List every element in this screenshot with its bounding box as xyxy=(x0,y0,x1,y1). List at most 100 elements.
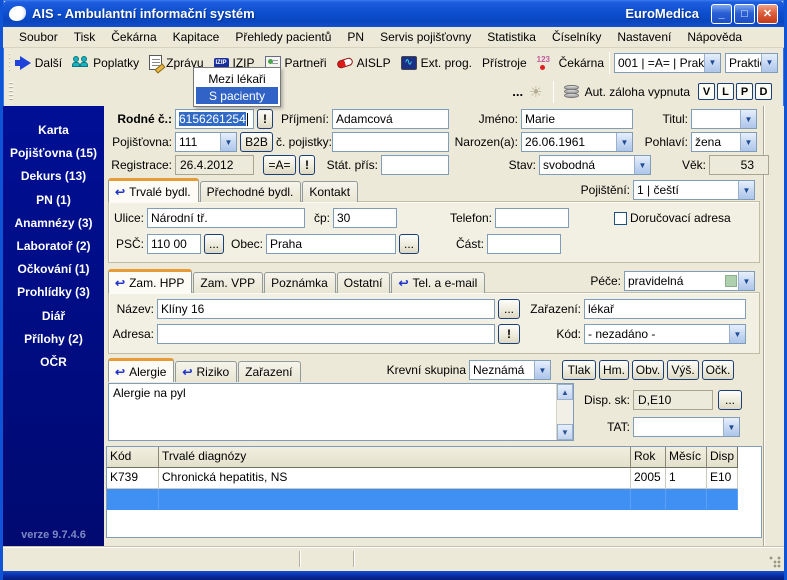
quick-button-p[interactable]: P xyxy=(736,83,753,100)
tab-alergie[interactable]: ↩ Alergie xyxy=(108,358,174,382)
tab-kontakt[interactable]: Kontakt xyxy=(302,181,358,202)
tab-zam-vpp[interactable]: Zam. VPP xyxy=(193,272,263,293)
close-button[interactable]: ✕ xyxy=(757,4,778,24)
menu-ciselniky[interactable]: Číselníky xyxy=(544,28,609,46)
menu-napoveda[interactable]: Nápověda xyxy=(679,28,750,46)
quick-button-v[interactable]: V xyxy=(698,83,715,100)
col-kod[interactable]: Kód xyxy=(107,447,159,468)
sidebar-item-pojistovna[interactable]: Pojišťovna (15) xyxy=(10,146,97,160)
chevron-down-icon[interactable]: ▼ xyxy=(616,133,632,151)
chevron-down-icon[interactable]: ▼ xyxy=(220,133,236,151)
height-button[interactable]: Výš. xyxy=(667,360,699,380)
insurance-type-combobox[interactable]: 1 | čeští ▼ xyxy=(633,180,755,200)
city-input[interactable]: Praha xyxy=(266,234,396,254)
quick-button-l[interactable]: L xyxy=(717,83,734,100)
col-disp[interactable]: Disp xyxy=(707,447,738,468)
employer-lookup-button[interactable]: ... xyxy=(498,299,520,319)
circumference-button[interactable]: Obv. xyxy=(632,360,664,380)
sidebar-item-pn[interactable]: PN (1) xyxy=(36,193,71,207)
marital-status-combobox[interactable]: svobodná ▼ xyxy=(539,155,651,175)
zip-input[interactable]: 110 00 xyxy=(147,234,201,254)
mailing-address-checkbox[interactable] xyxy=(614,212,627,225)
sun-icon[interactable]: ☀ xyxy=(529,83,542,101)
tab-zam-hpp[interactable]: ↩ Zam. HPP xyxy=(108,269,192,293)
next-patient-button[interactable]: Další xyxy=(15,54,67,72)
code-combobox[interactable]: - nezadáno - ▼ xyxy=(584,324,746,344)
title-combobox[interactable]: ▼ xyxy=(691,109,757,129)
sidebar-item-karta[interactable]: Karta xyxy=(38,123,69,137)
menu-statistika[interactable]: Statistika xyxy=(479,28,544,46)
menu-pn[interactable]: PN xyxy=(339,28,372,46)
tab-riziko[interactable]: ↩ Riziko xyxy=(175,361,237,382)
col-trvale-diagnozy[interactable]: Trvalé diagnózy xyxy=(159,447,631,468)
b2b-button[interactable]: B2B xyxy=(240,132,273,152)
birthdate-combobox[interactable]: 26.06.1961 ▼ xyxy=(521,132,633,152)
sidebar-item-prilohy[interactable]: Přílohy (2) xyxy=(24,332,83,346)
chevron-down-icon[interactable]: ▼ xyxy=(738,181,754,199)
tab-tel-email[interactable]: ↩ Tel. a e-mail xyxy=(391,272,485,293)
sidebar-item-ocr[interactable]: OČR xyxy=(40,355,67,369)
vaccination-button[interactable]: Očk. xyxy=(702,360,734,380)
tab-ostatni[interactable]: Ostatní xyxy=(337,272,391,293)
scroll-up-icon[interactable]: ▲ xyxy=(557,384,573,400)
phone-input[interactable] xyxy=(495,208,569,228)
aaa-button[interactable]: =A= xyxy=(263,155,296,175)
database-icon[interactable] xyxy=(564,85,579,98)
group-combobox[interactable]: Praktici ▼ xyxy=(725,53,778,73)
col-rok[interactable]: Rok xyxy=(631,447,666,468)
table-row[interactable]: K739 Chronická hepatitis, NS 2005 1 E10 xyxy=(107,468,761,489)
resize-grip[interactable] xyxy=(769,556,781,568)
sidebar-item-ockovani[interactable]: Očkování (1) xyxy=(17,262,89,276)
tab-zarazeni[interactable]: Zařazení xyxy=(238,361,300,382)
aislp-button[interactable]: AISLP xyxy=(332,54,396,72)
city-lookup-button[interactable]: ... xyxy=(399,234,419,254)
employer-name-input[interactable]: Klíny 16 xyxy=(157,299,495,319)
blood-group-combobox[interactable]: Neznámá ▼ xyxy=(469,360,551,380)
employer-address-input[interactable] xyxy=(157,324,495,344)
tab-prechodne-bydliste[interactable]: Přechodné bydl. xyxy=(200,181,302,202)
surname-input[interactable]: Adamcová xyxy=(332,109,449,129)
menu-item-mezi-lekari[interactable]: Mezi lékaři xyxy=(196,70,278,87)
chevron-down-icon[interactable]: ▼ xyxy=(729,325,745,343)
citizenship-input[interactable] xyxy=(381,155,449,175)
house-number-input[interactable]: 30 xyxy=(333,208,397,228)
menu-soubor[interactable]: Soubor xyxy=(11,28,66,46)
weight-button[interactable]: Hm. xyxy=(599,360,629,380)
chevron-down-icon[interactable]: ▼ xyxy=(738,272,754,290)
menu-prehledy-pacientu[interactable]: Přehledy pacientů xyxy=(227,28,339,46)
fees-button[interactable]: Poplatky xyxy=(67,53,144,73)
sidebar-item-dekurs[interactable]: Dekurs (13) xyxy=(21,169,86,183)
table-row-selected[interactable] xyxy=(107,489,761,510)
zip-lookup-button[interactable]: ... xyxy=(204,234,224,254)
doctor-combobox[interactable]: 001 | =A= | Praktici | M. ▼ xyxy=(614,53,721,73)
quick-button-d[interactable]: D xyxy=(755,83,772,100)
firstname-input[interactable]: Marie xyxy=(521,109,633,129)
col-mesic[interactable]: Měsíc xyxy=(666,447,707,468)
toolbar-grip[interactable] xyxy=(9,53,10,73)
policy-number-input[interactable] xyxy=(332,132,449,152)
tat-combobox[interactable]: ▼ xyxy=(633,417,740,437)
tab-poznamka[interactable]: Poznámka xyxy=(264,272,336,293)
sidebar-item-prohlidky[interactable]: Prohlídky (3) xyxy=(17,285,90,299)
district-input[interactable] xyxy=(487,234,561,254)
position-input[interactable]: lékař xyxy=(584,299,746,319)
ext-prog-button[interactable]: ∿ Ext. prog. xyxy=(396,54,477,72)
toolbar-grip[interactable] xyxy=(9,82,13,102)
allergy-textarea[interactable]: Alergie na pyl ▲ ▼ xyxy=(108,383,574,441)
waiting-room-button[interactable]: 123 Čekárna xyxy=(532,53,609,73)
chevron-down-icon[interactable]: ▼ xyxy=(704,54,720,72)
chevron-down-icon[interactable]: ▼ xyxy=(740,133,756,151)
chevron-down-icon[interactable]: ▼ xyxy=(634,156,650,174)
scrollbar[interactable]: ▲ ▼ xyxy=(556,384,573,440)
birth-number-input[interactable]: 6156261254 xyxy=(175,109,254,129)
menu-kapitace[interactable]: Kapitace xyxy=(165,28,228,46)
minimize-button[interactable]: _ xyxy=(711,4,732,24)
chevron-down-icon[interactable]: ▼ xyxy=(740,110,756,128)
menu-servis-pojistovny[interactable]: Servis pojišťovny xyxy=(372,28,479,46)
birth-number-warning-button[interactable]: ! xyxy=(257,109,273,129)
insurer-combobox[interactable]: 111 ▼ xyxy=(175,132,237,152)
more-options-label[interactable]: ... xyxy=(512,84,523,99)
sidebar-item-laborator[interactable]: Laboratoř (2) xyxy=(16,239,90,253)
dispensary-lookup-button[interactable]: ... xyxy=(718,390,742,410)
maximize-button[interactable]: □ xyxy=(734,4,755,24)
